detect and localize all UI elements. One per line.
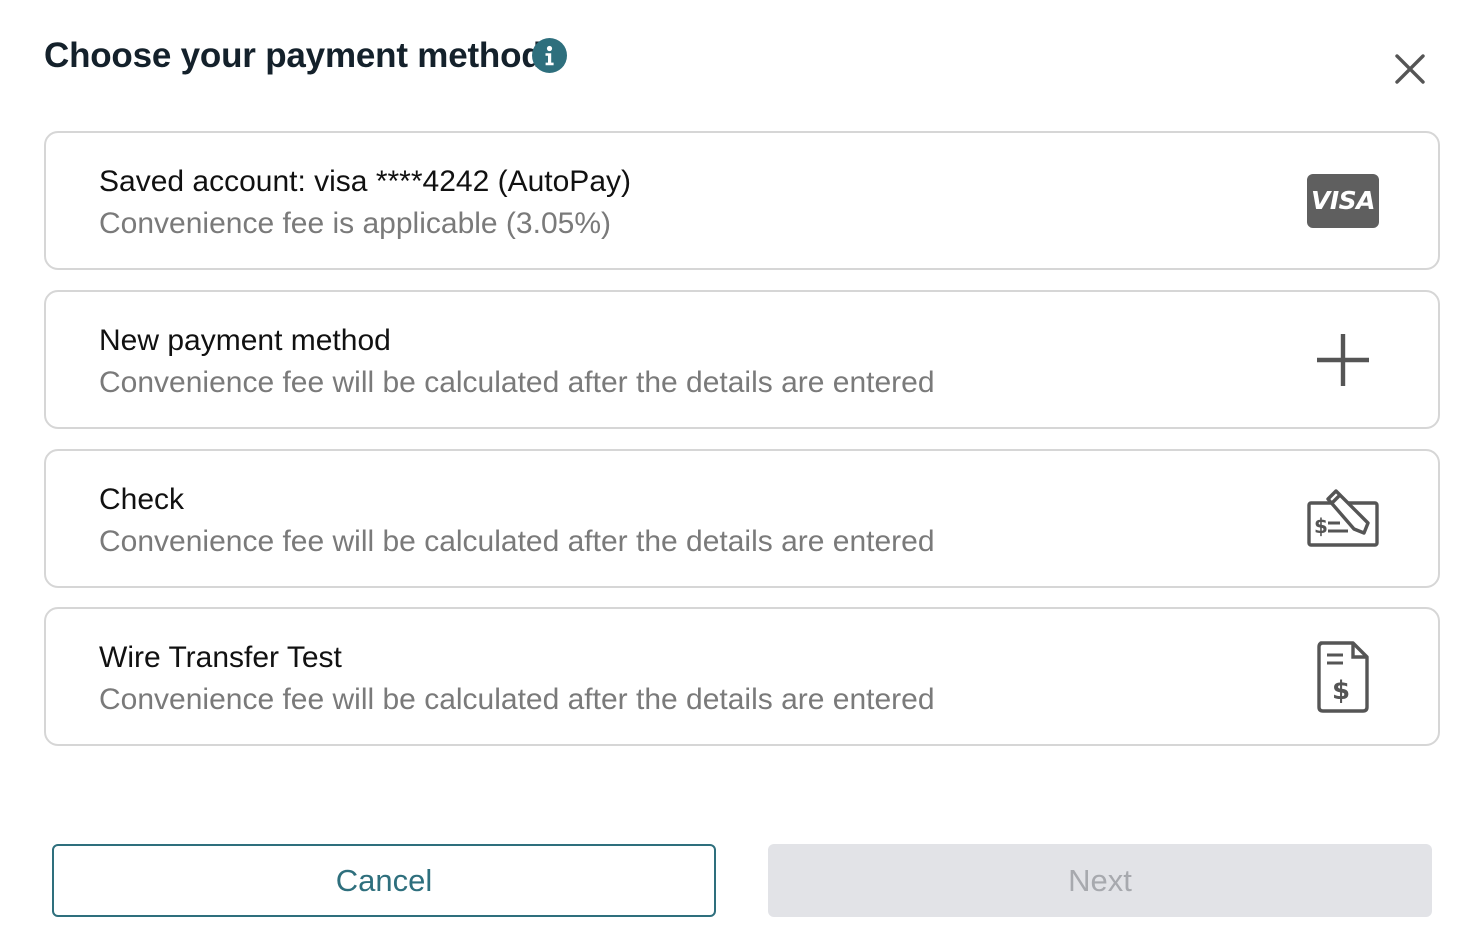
dialog-title: Choose your payment method — [44, 36, 543, 75]
close-icon — [1395, 54, 1425, 84]
option-subtitle: Convenience fee is applicable (3.05%) — [99, 207, 611, 240]
svg-text:$: $ — [1314, 514, 1328, 538]
option-title: Wire Transfer Test — [99, 641, 342, 674]
payment-method-dialog: Choose your payment method Saved account… — [0, 0, 1476, 952]
payment-option-new-method[interactable]: New payment method Convenience fee will … — [44, 290, 1440, 429]
option-title: New payment method — [99, 324, 391, 357]
option-title: Saved account: visa ****4242 (AutoPay) — [99, 165, 631, 198]
option-subtitle: Convenience fee will be calculated after… — [99, 525, 935, 558]
next-button[interactable]: Next — [768, 844, 1432, 917]
option-subtitle: Convenience fee will be calculated after… — [99, 366, 935, 399]
payment-option-check[interactable]: Check Convenience fee will be calculated… — [44, 449, 1440, 588]
visa-card-icon: VISA — [1307, 173, 1379, 228]
payment-option-wire-transfer[interactable]: Wire Transfer Test Convenience fee will … — [44, 607, 1440, 746]
info-icon[interactable] — [532, 38, 567, 73]
svg-text:$: $ — [1332, 676, 1350, 706]
plus-icon — [1317, 333, 1369, 386]
option-subtitle: Convenience fee will be calculated after… — [99, 683, 935, 716]
option-title: Check — [99, 483, 185, 516]
cancel-button[interactable]: Cancel — [52, 844, 716, 917]
invoice-dollar-icon: $ — [1317, 640, 1369, 713]
payment-option-saved-visa[interactable]: Saved account: visa ****4242 (AutoPay) C… — [44, 131, 1440, 270]
check-icon: $ — [1307, 488, 1379, 547]
close-button[interactable] — [1389, 48, 1431, 90]
